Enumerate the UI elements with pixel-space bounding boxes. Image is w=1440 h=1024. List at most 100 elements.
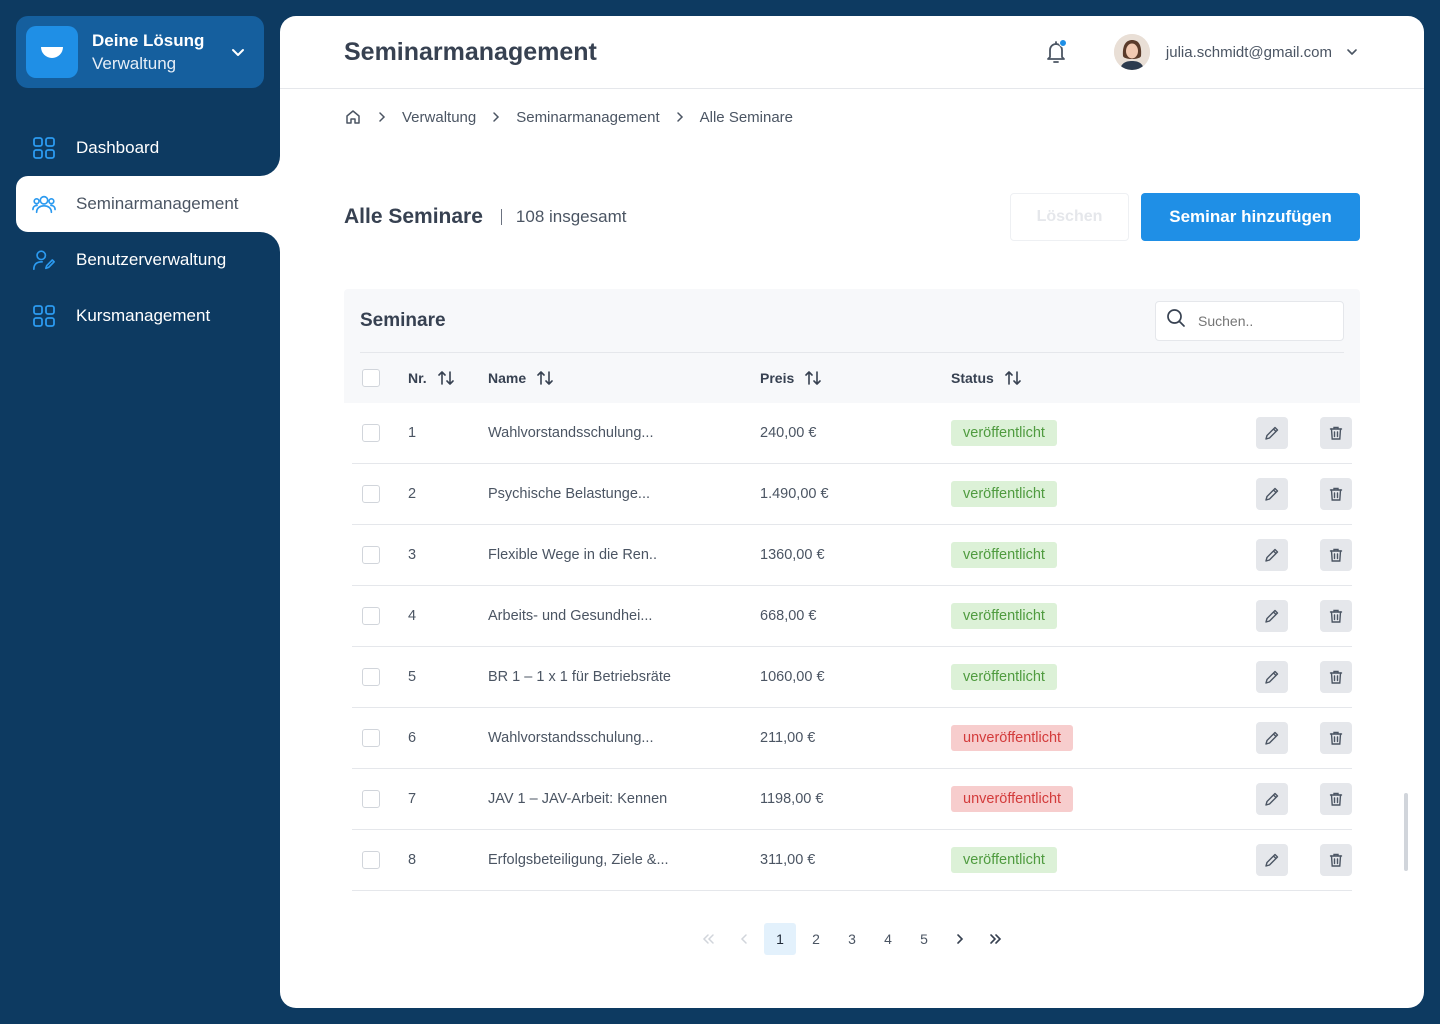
delete-button[interactable]: Löschen bbox=[1010, 193, 1129, 241]
add-seminar-button[interactable]: Seminar hinzufügen bbox=[1141, 193, 1360, 241]
delete-row-button[interactable] bbox=[1320, 417, 1352, 449]
edit-button[interactable] bbox=[1256, 539, 1288, 571]
brand-text: Deine Lösung Verwaltung bbox=[92, 29, 226, 75]
chevron-down-icon[interactable] bbox=[226, 40, 250, 64]
avatar[interactable] bbox=[1113, 34, 1150, 70]
row-checkbox[interactable] bbox=[362, 851, 380, 869]
table-row: 4 Arbeits- und Gesundhei... 668,00 € veröff… bbox=[352, 586, 1352, 647]
row-price: 1060,00 € bbox=[760, 669, 825, 685]
table-row: 2 Psychische Belastunge... 1.490,00 € veröf… bbox=[352, 464, 1352, 525]
row-checkbox[interactable] bbox=[362, 546, 380, 564]
row-nr: 2 bbox=[408, 486, 417, 502]
trash-icon bbox=[1328, 486, 1344, 502]
edit-button[interactable] bbox=[1256, 417, 1288, 449]
sidebar-item-dashboard[interactable]: Dashboard bbox=[0, 120, 280, 176]
search-input[interactable] bbox=[1198, 312, 1328, 329]
delete-row-button[interactable] bbox=[1320, 478, 1352, 510]
trash-icon bbox=[1328, 547, 1344, 563]
row-name: Arbeits- und Gesundhei... bbox=[488, 608, 653, 624]
edit-button[interactable] bbox=[1256, 600, 1288, 632]
page-3[interactable]: 3 bbox=[836, 923, 868, 955]
delete-row-button[interactable] bbox=[1320, 661, 1352, 693]
edit-button[interactable] bbox=[1256, 722, 1288, 754]
table-toolbar: Seminare bbox=[360, 289, 1344, 353]
row-checkbox[interactable] bbox=[362, 668, 380, 686]
select-all-checkbox[interactable] bbox=[362, 369, 380, 387]
sort-icon[interactable] bbox=[804, 369, 822, 387]
grid-icon bbox=[32, 304, 56, 328]
pencil-icon bbox=[1264, 852, 1280, 868]
row-price: 240,00 € bbox=[760, 425, 817, 441]
scrollbar[interactable] bbox=[1404, 793, 1408, 871]
sort-icon[interactable] bbox=[1004, 369, 1022, 387]
delete-row-button[interactable] bbox=[1320, 600, 1352, 632]
page-title: Seminarmanagement bbox=[344, 37, 597, 66]
breadcrumb-seminarmanagement[interactable]: Seminarmanagement bbox=[516, 109, 659, 126]
row-checkbox[interactable] bbox=[362, 607, 380, 625]
sidebar-item-kursmanagement[interactable]: Kursmanagement bbox=[0, 288, 280, 344]
sidebar-item-label: Dashboard bbox=[76, 138, 160, 157]
notification-bell-icon[interactable] bbox=[1042, 38, 1070, 66]
row-nr: 3 bbox=[408, 547, 417, 563]
column-name[interactable]: Name bbox=[488, 369, 760, 387]
edit-button[interactable] bbox=[1256, 783, 1288, 815]
user-email[interactable]: julia.schmidt@gmail.com bbox=[1166, 44, 1332, 61]
pagination: 1 2 3 4 5 bbox=[692, 923, 1016, 955]
row-name: Wahlvorstandsschulung... bbox=[488, 730, 654, 746]
status-badge: unveröffentlicht bbox=[951, 725, 1074, 751]
delete-row-button[interactable] bbox=[1320, 844, 1352, 876]
row-name: Flexible Wege in die Ren.. bbox=[488, 547, 657, 563]
brand-subtitle: Verwaltung bbox=[92, 54, 177, 73]
table-row: 7 JAV 1 – JAV-Arbeit: Kennen 1198,00 € unve… bbox=[352, 769, 1352, 830]
edit-button[interactable] bbox=[1256, 661, 1288, 693]
home-icon[interactable] bbox=[344, 108, 362, 126]
delete-row-button[interactable] bbox=[1320, 783, 1352, 815]
row-name: BR 1 – 1 x 1 für Betriebsräte bbox=[488, 669, 671, 685]
first-page-icon[interactable] bbox=[692, 923, 724, 955]
previous-page-icon[interactable] bbox=[728, 923, 760, 955]
status-badge: unveröffentlicht bbox=[951, 786, 1074, 812]
page-1[interactable]: 1 bbox=[764, 923, 796, 955]
column-status[interactable]: Status bbox=[951, 369, 1344, 387]
sort-icon[interactable] bbox=[437, 369, 455, 387]
row-checkbox[interactable] bbox=[362, 729, 380, 747]
row-name: JAV 1 – JAV-Arbeit: Kennen bbox=[488, 791, 668, 807]
sidebar-item-seminarmanagement[interactable]: Seminarmanagement bbox=[16, 176, 280, 232]
column-nr[interactable]: Nr. bbox=[408, 369, 488, 387]
sidebar-item-label: Seminarmanagement bbox=[76, 194, 239, 213]
pencil-icon bbox=[1264, 608, 1280, 624]
workspace-switcher[interactable]: Deine Lösung Verwaltung bbox=[16, 16, 264, 88]
status-badge: veröffentlicht bbox=[951, 481, 1057, 507]
brand-title: Deine Lösung bbox=[92, 31, 205, 50]
row-nr: 4 bbox=[408, 608, 417, 624]
row-checkbox[interactable] bbox=[362, 485, 380, 503]
next-page-icon[interactable] bbox=[944, 923, 976, 955]
column-preis[interactable]: Preis bbox=[760, 369, 951, 387]
section-title: Alle Seminare bbox=[344, 205, 483, 228]
last-page-icon[interactable] bbox=[980, 923, 1012, 955]
delete-row-button[interactable] bbox=[1320, 722, 1352, 754]
page-5[interactable]: 5 bbox=[908, 923, 940, 955]
status-badge: veröffentlicht bbox=[951, 542, 1057, 568]
row-price: 311,00 € bbox=[760, 852, 816, 868]
page-4[interactable]: 4 bbox=[872, 923, 904, 955]
sidebar-nav: Dashboard Seminarmanagement Benutzerverw… bbox=[0, 120, 280, 344]
edit-button[interactable] bbox=[1256, 844, 1288, 876]
pencil-icon bbox=[1264, 425, 1280, 441]
sidebar-item-label: Kursmanagement bbox=[76, 306, 211, 325]
edit-button[interactable] bbox=[1256, 478, 1288, 510]
delete-row-button[interactable] bbox=[1320, 539, 1352, 571]
column-label: Status bbox=[951, 370, 994, 386]
sidebar-item-benutzerverwaltung[interactable]: Benutzerverwaltung bbox=[0, 232, 280, 288]
chevron-down-icon[interactable] bbox=[1344, 44, 1360, 60]
row-checkbox[interactable] bbox=[362, 790, 380, 808]
row-checkbox[interactable] bbox=[362, 424, 380, 442]
tab-curve-top bbox=[256, 152, 280, 176]
status-badge: veröffentlicht bbox=[951, 420, 1057, 446]
breadcrumb-verwaltung[interactable]: Verwaltung bbox=[402, 109, 476, 126]
table-row: 6 Wahlvorstandsschulung... 211,00 € unveröf… bbox=[352, 708, 1352, 769]
sort-icon[interactable] bbox=[536, 369, 554, 387]
search-box[interactable] bbox=[1155, 300, 1344, 341]
status-badge: veröffentlicht bbox=[951, 664, 1057, 690]
page-2[interactable]: 2 bbox=[800, 923, 832, 955]
